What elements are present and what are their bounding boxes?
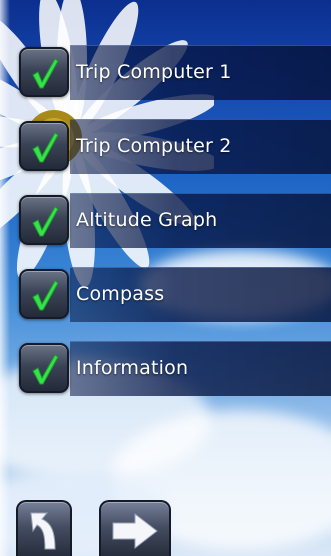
checkbox[interactable] (19, 47, 69, 97)
list-item-information[interactable]: Information (14, 339, 331, 397)
check-icon (32, 58, 59, 89)
forward-arrow-icon (112, 512, 158, 550)
check-icon (32, 132, 59, 163)
list-item-trip-computer-1[interactable]: Trip Computer 1 (14, 43, 331, 101)
back-arrow-icon (30, 512, 56, 550)
check-icon (32, 280, 59, 311)
checkbox[interactable] (19, 121, 69, 171)
back-button[interactable] (16, 500, 72, 556)
list-item-label: Information (76, 357, 189, 379)
list-item-trip-computer-2[interactable]: Trip Computer 2 (14, 117, 331, 175)
list-item-altitude-graph[interactable]: Altitude Graph (14, 191, 331, 249)
list-item-label: Trip Computer 1 (76, 61, 232, 83)
checkbox[interactable] (19, 269, 69, 319)
list-item-label: Trip Computer 2 (76, 135, 232, 157)
checkbox[interactable] (19, 343, 69, 393)
list-item-label: Altitude Graph (76, 209, 218, 231)
next-button[interactable] (99, 500, 171, 556)
check-icon (32, 354, 59, 385)
list-item-label: Compass (76, 283, 165, 305)
list-item-compass[interactable]: Compass (14, 265, 331, 323)
checkbox[interactable] (19, 195, 69, 245)
widget-list: Trip Computer 1 Trip Computer 2 Altitude… (0, 0, 331, 556)
check-icon (32, 206, 59, 237)
